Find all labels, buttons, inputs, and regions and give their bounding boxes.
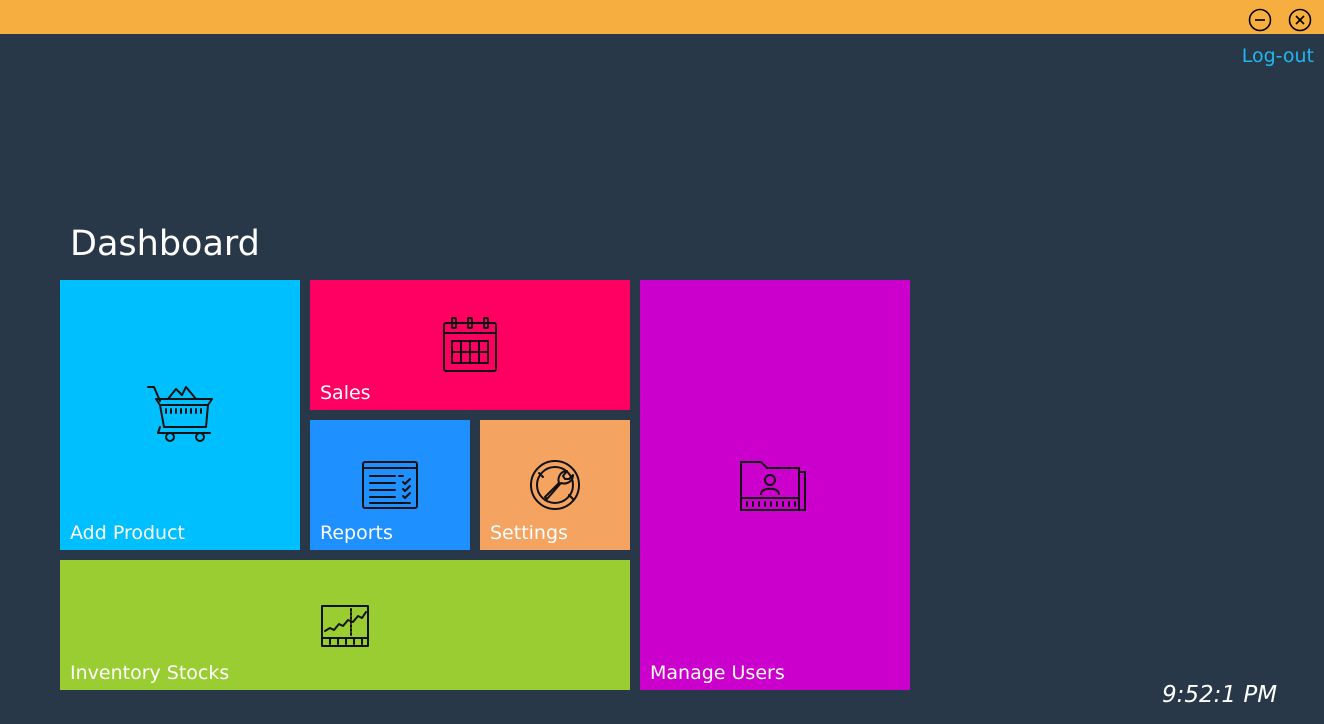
page-title: Dashboard — [70, 224, 260, 264]
close-button[interactable] — [1288, 8, 1312, 32]
sales-label: Sales — [320, 382, 371, 404]
stock-chart-icon — [320, 604, 370, 648]
settings-tile[interactable]: Settings — [480, 420, 630, 550]
shopping-cart-icon — [146, 383, 214, 445]
settings-label: Settings — [490, 522, 568, 544]
inventory-stocks-label: Inventory Stocks — [70, 662, 230, 684]
clock: 9:52:1 PM — [1162, 682, 1278, 708]
report-checklist-icon — [361, 460, 419, 510]
minimize-button[interactable] — [1248, 8, 1272, 32]
sales-tile[interactable]: Sales — [310, 280, 630, 410]
manage-users-label: Manage Users — [650, 662, 785, 684]
inventory-stocks-tile[interactable]: Inventory Stocks — [60, 560, 630, 690]
logout-link[interactable]: Log-out — [1242, 45, 1314, 67]
calendar-icon — [442, 317, 498, 373]
title-bar — [0, 0, 1324, 34]
minus-circle-icon — [1248, 8, 1272, 32]
add-product-tile[interactable]: Add Product — [60, 280, 300, 550]
add-product-label: Add Product — [70, 522, 185, 544]
user-folder-icon — [739, 458, 809, 514]
reports-label: Reports — [320, 522, 393, 544]
reports-tile[interactable]: Reports — [310, 420, 470, 550]
manage-users-tile[interactable]: Manage Users — [640, 280, 910, 690]
close-circle-icon — [1288, 8, 1312, 32]
wrench-gear-icon — [529, 459, 581, 511]
